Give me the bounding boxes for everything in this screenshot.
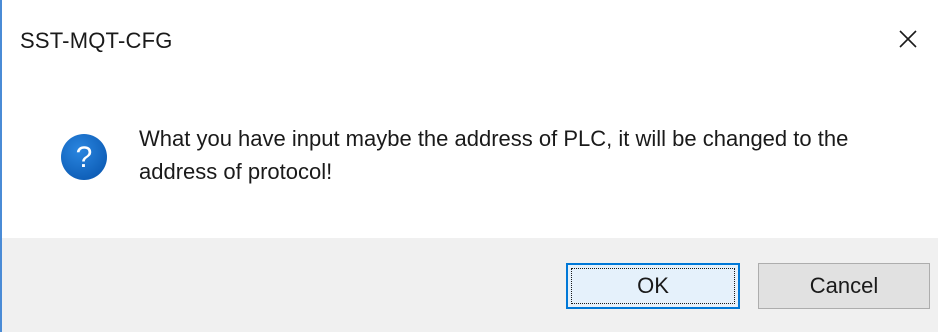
cancel-button-label: Cancel	[809, 273, 879, 298]
dialog-title: SST-MQT-CFG	[20, 28, 173, 53]
title-bar[interactable]: SST-MQT-CFG	[2, 0, 938, 78]
dialog-window: SST-MQT-CFG ? What you have input maybe …	[0, 0, 938, 332]
close-icon	[899, 30, 917, 48]
question-icon: ?	[61, 134, 107, 180]
close-button[interactable]	[878, 14, 938, 64]
dialog-message: What you have input maybe the address of…	[139, 126, 849, 184]
dialog-body: ? What you have input maybe the address …	[2, 78, 938, 238]
cancel-button[interactable]: Cancel	[758, 263, 930, 309]
ok-button[interactable]: OK	[566, 263, 740, 309]
button-bar: OK Cancel	[2, 238, 938, 332]
svg-text:?: ?	[76, 141, 93, 174]
ok-button-label: OK	[637, 273, 669, 298]
